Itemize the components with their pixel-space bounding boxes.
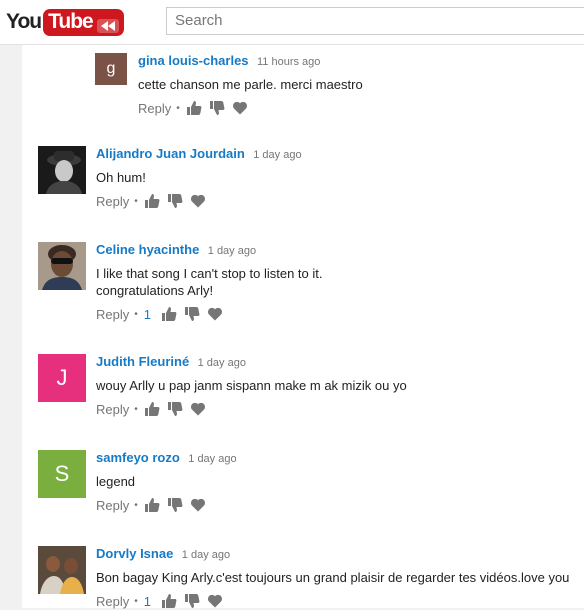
comment-body: Dorvly Isnae 1 day ago Bon bagay King Ar… bbox=[96, 546, 569, 610]
comment-text: wouy Arlly u pap janm sispann make m ak … bbox=[96, 378, 407, 393]
comment-author[interactable]: gina louis-charles bbox=[138, 53, 249, 68]
comment-text-line: congratulations Arly! bbox=[96, 283, 214, 298]
comment-author[interactable]: samfeyo rozo bbox=[96, 450, 180, 465]
thumbs-up-icon[interactable] bbox=[161, 593, 177, 609]
like-count: 1 bbox=[143, 306, 151, 322]
comment-text: I like that song I can't stop to listen … bbox=[96, 265, 323, 299]
comment-actions: Reply • bbox=[96, 192, 302, 210]
comment-meta: Celine hyacinthe 1 day ago bbox=[96, 242, 323, 259]
thumbs-down-icon[interactable] bbox=[209, 100, 225, 116]
comment-time[interactable]: 1 day ago bbox=[208, 245, 256, 257]
avatar-letter: g bbox=[106, 60, 116, 77]
comment-time[interactable]: 1 day ago bbox=[188, 453, 236, 465]
reply-button[interactable]: Reply bbox=[96, 194, 129, 209]
thumbs-up-icon[interactable] bbox=[144, 193, 160, 209]
reply-button[interactable]: Reply bbox=[96, 402, 129, 417]
comment-meta: gina louis-charles 11 hours ago bbox=[138, 53, 363, 70]
comment-time[interactable]: 1 day ago bbox=[253, 149, 301, 161]
comment-meta: samfeyo rozo 1 day ago bbox=[96, 450, 237, 467]
comment-body: Celine hyacinthe 1 day ago I like that s… bbox=[96, 242, 323, 323]
comment-actions: Reply • 1 bbox=[96, 592, 569, 610]
comment-author[interactable]: Alijandro Juan Jourdain bbox=[96, 146, 245, 161]
comment-actions: Reply • bbox=[96, 400, 407, 418]
search-input[interactable]: Search bbox=[166, 7, 584, 35]
comments-section: g gina louis-charles 11 hours ago cette … bbox=[22, 45, 584, 610]
separator-dot: • bbox=[134, 403, 138, 415]
reply-button[interactable]: Reply bbox=[96, 498, 129, 513]
heart-icon[interactable] bbox=[232, 100, 248, 116]
youtube-logo[interactable]: You Tube bbox=[6, 8, 124, 36]
separator-dot: • bbox=[176, 102, 180, 114]
thumbs-up-icon[interactable] bbox=[144, 497, 160, 513]
separator-dot: • bbox=[134, 195, 138, 207]
comment-text: Oh hum! bbox=[96, 170, 146, 185]
reply-button[interactable]: Reply bbox=[96, 594, 129, 609]
thumbs-down-icon[interactable] bbox=[167, 193, 183, 209]
avatar-letter: J bbox=[56, 365, 68, 390]
photo-avatar-group-icon bbox=[38, 546, 86, 594]
avatar[interactable]: g bbox=[95, 53, 127, 85]
heart-icon[interactable] bbox=[190, 401, 206, 417]
comment-actions: Reply • bbox=[138, 99, 363, 117]
thumbs-down-icon[interactable] bbox=[167, 497, 183, 513]
logo-you-text: You bbox=[6, 10, 42, 33]
top-bar: You Tube Search bbox=[0, 0, 584, 45]
separator-dot: • bbox=[134, 595, 138, 607]
comment-text: Bon bagay King Arly.c'est toujours un gr… bbox=[96, 570, 570, 585]
separator-dot: • bbox=[134, 308, 138, 320]
thumbs-up-icon[interactable] bbox=[144, 401, 160, 417]
comment-time[interactable]: 1 day ago bbox=[182, 549, 230, 561]
avatar-letter: S bbox=[54, 461, 70, 486]
separator-dot: • bbox=[134, 499, 138, 511]
heart-icon[interactable] bbox=[207, 306, 223, 322]
comment-body: Alijandro Juan Jourdain 1 day ago Oh hum… bbox=[96, 146, 302, 210]
comment-author[interactable]: Dorvly Isnae bbox=[96, 546, 173, 561]
thumbs-up-icon[interactable] bbox=[161, 306, 177, 322]
comment-body: Judith Fleuriné 1 day ago wouy Arlly u p… bbox=[96, 354, 407, 418]
comment-text: legend bbox=[96, 474, 136, 489]
avatar[interactable] bbox=[38, 546, 86, 594]
avatar[interactable]: S bbox=[38, 450, 86, 498]
avatar[interactable]: J bbox=[38, 354, 86, 402]
thumbs-down-icon[interactable] bbox=[184, 306, 200, 322]
rewind-icon bbox=[96, 15, 119, 33]
comment-time[interactable]: 1 day ago bbox=[198, 357, 246, 369]
thumbs-up-icon[interactable] bbox=[186, 100, 202, 116]
heart-icon[interactable] bbox=[207, 593, 223, 609]
comment-actions: Reply • bbox=[96, 496, 237, 514]
logo-tube-badge: Tube bbox=[43, 8, 124, 36]
comment-time[interactable]: 11 hours ago bbox=[257, 56, 320, 68]
thumbs-down-icon[interactable] bbox=[184, 593, 200, 609]
comment-actions: Reply • 1 bbox=[96, 305, 323, 323]
comment-body: gina louis-charles 11 hours ago cette ch… bbox=[138, 53, 363, 117]
photo-avatar-dark-icon bbox=[38, 146, 86, 194]
reply-button[interactable]: Reply bbox=[96, 307, 129, 322]
thumbs-down-icon[interactable] bbox=[167, 401, 183, 417]
comment-meta: Alijandro Juan Jourdain 1 day ago bbox=[96, 146, 302, 163]
comment-body: samfeyo rozo 1 day ago legend Reply • bbox=[96, 450, 237, 514]
comment-text: cette chanson me parle. merci maestro bbox=[138, 77, 363, 92]
comment-author[interactable]: Celine hyacinthe bbox=[96, 242, 199, 257]
photo-avatar-woman-icon bbox=[38, 242, 86, 290]
logo-tube-text: Tube bbox=[48, 9, 94, 33]
heart-icon[interactable] bbox=[190, 193, 206, 209]
comment-text-line: I like that song I can't stop to listen … bbox=[96, 266, 323, 281]
like-count: 1 bbox=[143, 593, 151, 609]
comment-meta: Judith Fleuriné 1 day ago bbox=[96, 354, 407, 371]
reply-button[interactable]: Reply bbox=[138, 101, 171, 116]
comment-author[interactable]: Judith Fleuriné bbox=[96, 354, 189, 369]
comment-meta: Dorvly Isnae 1 day ago bbox=[96, 546, 569, 563]
avatar[interactable] bbox=[38, 146, 86, 194]
avatar[interactable] bbox=[38, 242, 86, 290]
heart-icon[interactable] bbox=[190, 497, 206, 513]
